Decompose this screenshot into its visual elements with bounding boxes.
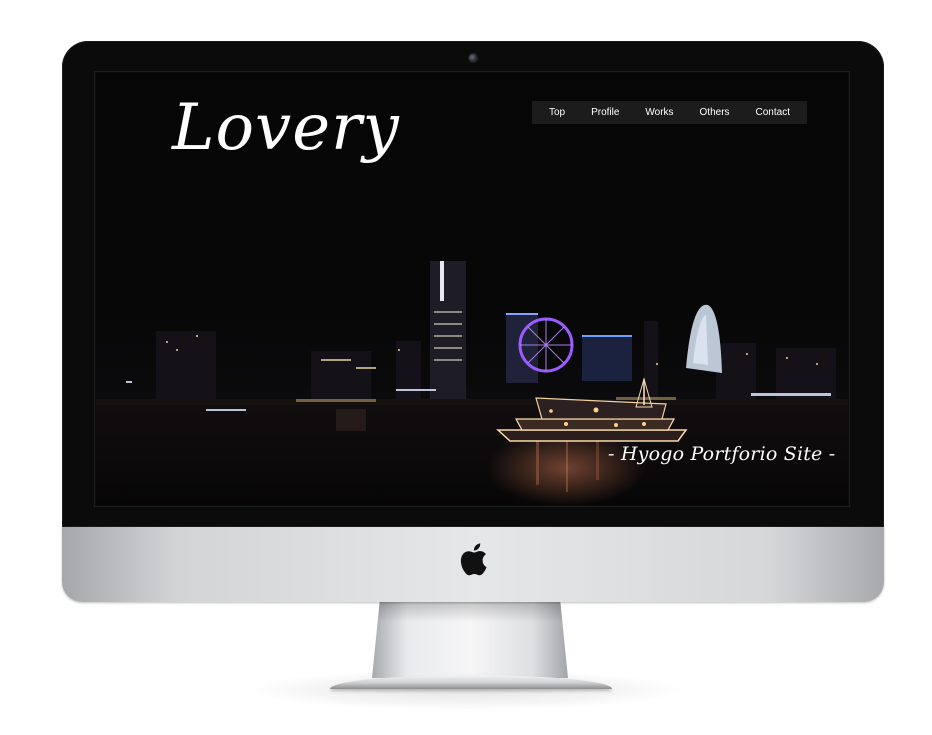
webcam-icon (469, 54, 477, 62)
nav-item-works[interactable]: Works (645, 107, 673, 118)
site-logo[interactable]: Lovery (172, 91, 400, 165)
nav-item-top[interactable]: Top (549, 107, 565, 118)
imac-mockup: Lovery Top Profile Works Others Contact … (0, 0, 932, 735)
nav-item-contact[interactable]: Contact (756, 107, 790, 118)
main-nav: Top Profile Works Others Contact (532, 101, 807, 124)
monitor-stand (372, 600, 568, 678)
site-tagline: - Hyogo Portforio Site - (608, 443, 836, 465)
website-screen: Lovery Top Profile Works Others Contact … (96, 73, 848, 505)
nav-item-profile[interactable]: Profile (591, 107, 619, 118)
apple-icon (460, 543, 487, 576)
nav-item-others[interactable]: Others (700, 107, 730, 118)
